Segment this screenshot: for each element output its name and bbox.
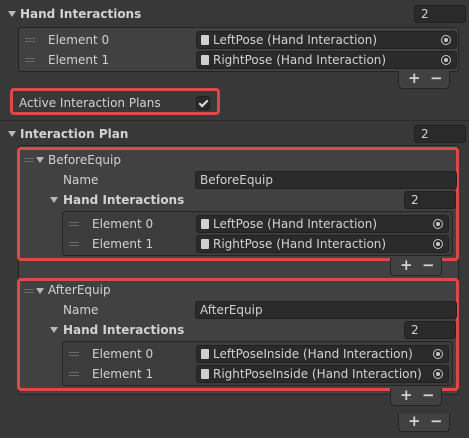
drag-handle-icon[interactable] bbox=[69, 371, 79, 377]
interaction-plan-list-footer: + − bbox=[398, 412, 450, 432]
hand-interactions-label: Hand Interactions bbox=[63, 193, 185, 207]
interaction-plan-label: Interaction Plan bbox=[20, 127, 129, 141]
list-footer: + − bbox=[398, 69, 450, 89]
foldout-arrow-icon[interactable] bbox=[36, 288, 44, 294]
remove-element-button[interactable]: − bbox=[430, 69, 443, 87]
list-footer: + − bbox=[390, 386, 442, 406]
asset-file-icon bbox=[201, 369, 209, 379]
name-label: Name bbox=[63, 173, 99, 187]
drag-handle-icon[interactable] bbox=[69, 241, 79, 247]
add-element-button[interactable]: + bbox=[400, 386, 413, 404]
remove-plan-button[interactable]: − bbox=[430, 412, 443, 430]
object-picker-icon[interactable] bbox=[441, 35, 451, 45]
name-label: Name bbox=[63, 303, 99, 317]
plan-header-beforeequip: BeforeEquip bbox=[48, 153, 121, 167]
object-picker-icon[interactable] bbox=[433, 219, 443, 229]
element-1-object-field[interactable]: RightPose (Hand Interaction) bbox=[196, 51, 457, 69]
element-0-label: Element 0 bbox=[48, 33, 110, 47]
add-plan-button[interactable]: + bbox=[408, 412, 421, 430]
name-text-field[interactable]: BeforeEquip bbox=[195, 171, 457, 189]
drag-handle-icon[interactable] bbox=[25, 57, 35, 63]
asset-file-icon bbox=[201, 55, 209, 65]
asset-file-icon bbox=[201, 219, 209, 229]
interaction-plan-size-field[interactable]: 2 bbox=[414, 125, 466, 143]
remove-element-button[interactable]: − bbox=[422, 256, 435, 274]
drag-handle-icon[interactable] bbox=[25, 37, 35, 43]
list-footer: + − bbox=[390, 256, 442, 276]
asset-file-icon bbox=[201, 239, 209, 249]
name-text-field[interactable]: AfterEquip bbox=[195, 301, 457, 319]
object-picker-icon[interactable] bbox=[433, 239, 443, 249]
foldout-arrow-icon[interactable] bbox=[36, 157, 44, 163]
element-1-object-field[interactable]: RightPoseInside (Hand Interaction) bbox=[196, 365, 449, 383]
asset-file-icon bbox=[201, 349, 209, 359]
object-picker-icon[interactable] bbox=[441, 55, 451, 65]
remove-element-button[interactable]: − bbox=[422, 386, 435, 404]
foldout-arrow-icon[interactable] bbox=[50, 327, 58, 333]
drag-handle-icon[interactable] bbox=[24, 157, 34, 163]
add-element-button[interactable]: + bbox=[400, 256, 413, 274]
foldout-arrow-icon[interactable] bbox=[8, 11, 16, 17]
plan-header-afterequip: AfterEquip bbox=[48, 283, 111, 297]
hand-interactions-size-field[interactable]: 2 bbox=[414, 5, 466, 23]
add-element-button[interactable]: + bbox=[408, 69, 421, 87]
element-1-label: Element 1 bbox=[92, 367, 154, 381]
element-0-object-field[interactable]: LeftPoseInside (Hand Interaction) bbox=[196, 345, 449, 363]
element-1-label: Element 1 bbox=[92, 237, 154, 251]
element-0-object-field[interactable]: LeftPose (Hand Interaction) bbox=[196, 31, 457, 49]
object-picker-icon[interactable] bbox=[433, 369, 443, 379]
element-0-label: Element 0 bbox=[92, 217, 154, 231]
object-picker-icon[interactable] bbox=[433, 349, 443, 359]
hand-interactions-size-field[interactable]: 2 bbox=[404, 191, 456, 209]
element-0-object-field[interactable]: LeftPose (Hand Interaction) bbox=[196, 215, 449, 233]
drag-handle-icon[interactable] bbox=[69, 221, 79, 227]
element-1-object-field[interactable]: RightPose (Hand Interaction) bbox=[196, 235, 449, 253]
foldout-arrow-icon[interactable] bbox=[8, 131, 16, 137]
asset-file-icon bbox=[201, 35, 209, 45]
hand-interactions-size-field[interactable]: 2 bbox=[404, 321, 456, 339]
drag-handle-icon[interactable] bbox=[69, 351, 79, 357]
active-interaction-plans-label: Active Interaction Plans bbox=[19, 96, 161, 110]
divider bbox=[0, 120, 469, 121]
drag-handle-icon[interactable] bbox=[24, 288, 34, 294]
element-0-label: Element 0 bbox=[92, 347, 154, 361]
element-1-label: Element 1 bbox=[48, 53, 110, 67]
hand-interactions-label: Hand Interactions bbox=[63, 323, 185, 337]
hand-interactions-label: Hand Interactions bbox=[20, 7, 142, 21]
active-interaction-plans-checkbox[interactable] bbox=[196, 96, 210, 110]
foldout-arrow-icon[interactable] bbox=[50, 197, 58, 203]
